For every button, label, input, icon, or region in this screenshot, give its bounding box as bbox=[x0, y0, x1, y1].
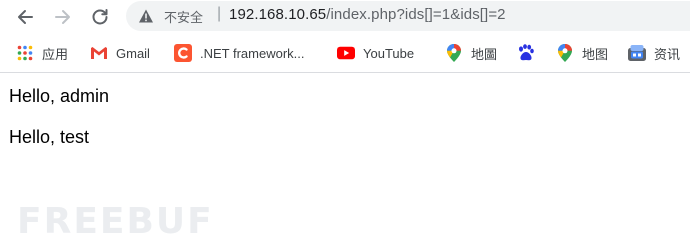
csdn-icon bbox=[174, 44, 192, 62]
youtube-icon bbox=[337, 44, 355, 62]
bookmark-gmail[interactable]: Gmail bbox=[90, 41, 150, 65]
url-separator: | bbox=[217, 5, 222, 22]
back-button[interactable] bbox=[12, 4, 38, 30]
bookmark-news[interactable]: 资讯 bbox=[628, 41, 680, 65]
url-path: /index.php?ids[]=1&ids[]=2 bbox=[326, 6, 506, 23]
bookmark-label: 地图 bbox=[582, 47, 609, 63]
maps-pin-icon bbox=[445, 44, 463, 62]
browser-toolbar: 不安全 | 192.168.10.65/index.php?ids[]=1&id… bbox=[0, 0, 690, 34]
reload-button[interactable] bbox=[87, 4, 113, 30]
warning-triangle-icon[interactable] bbox=[138, 8, 154, 24]
greeting-line: Hello, test bbox=[9, 127, 90, 147]
bookmark-label: 资讯 bbox=[654, 47, 681, 63]
news-icon bbox=[628, 44, 646, 62]
security-status-label[interactable]: 不安全 bbox=[164, 7, 203, 26]
watermark-logo: FREEBUF bbox=[17, 201, 214, 242]
bookmark-label: .NET framework... bbox=[200, 45, 305, 61]
page-content: Hello, admin Hello, test FREEBUF bbox=[0, 73, 690, 243]
bookmark-label: Gmail bbox=[116, 45, 150, 61]
url-text[interactable]: 192.168.10.65/index.php?ids[]=1&ids[]=2 bbox=[229, 6, 506, 23]
bookmark-label: YouTube bbox=[363, 45, 415, 61]
url-host: 192.168.10.65 bbox=[229, 6, 327, 23]
bookmark-youtube[interactable]: YouTube bbox=[337, 41, 414, 65]
bookmark-label: 地圖 bbox=[471, 47, 498, 63]
gmail-icon bbox=[90, 44, 108, 62]
forward-button[interactable] bbox=[50, 4, 76, 30]
greeting-line: Hello, admin bbox=[9, 86, 110, 106]
bookmark-baidu[interactable] bbox=[517, 41, 543, 65]
address-bar[interactable]: 不安全 | 192.168.10.65/index.php?ids[]=1&id… bbox=[126, 1, 690, 31]
arrow-right-icon bbox=[55, 10, 70, 24]
bookmark-maps[interactable]: 地图 bbox=[556, 41, 608, 65]
apps-grid-icon bbox=[16, 44, 34, 62]
bookmark-apps[interactable]: 应用 bbox=[16, 41, 68, 65]
arrow-left-icon bbox=[18, 10, 33, 24]
bookmark-net-framework[interactable]: .NET framework... bbox=[174, 41, 305, 65]
reload-icon bbox=[92, 9, 108, 25]
maps-pin-icon bbox=[556, 44, 574, 62]
bookmarks-bar: 应用 Gmail .NET framework... YouTube 地圖 地图… bbox=[0, 37, 690, 69]
bookmark-label: 应用 bbox=[42, 47, 69, 63]
bookmark-maps-traditional[interactable]: 地圖 bbox=[445, 41, 497, 65]
baidu-paw-icon bbox=[517, 44, 535, 62]
